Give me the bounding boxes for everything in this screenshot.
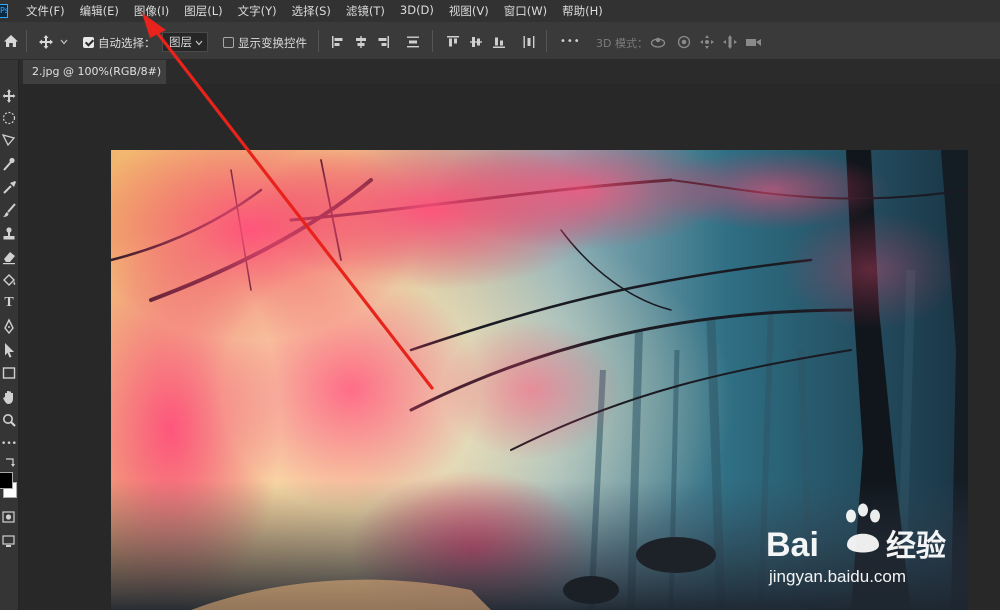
document-tab-bar: 2.jpg @ 100%(RGB/8#): [19, 60, 1000, 84]
brush-tool-icon[interactable]: [0, 201, 18, 221]
auto-select-label: 自动选择：: [98, 36, 156, 50]
document-tab[interactable]: 2.jpg @ 100%(RGB/8#): [23, 60, 166, 84]
hand-tool-icon[interactable]: [0, 387, 18, 407]
show-transform-label: 显示变换控件: [238, 36, 307, 50]
watermark-url: jingyan.baidu.com: [768, 567, 906, 586]
chevron-down-icon: [195, 40, 203, 46]
auto-select-target-value: 图层: [169, 35, 192, 49]
screen-mode-icon[interactable]: [0, 531, 18, 551]
paint-bucket-tool-icon[interactable]: [0, 271, 18, 291]
distribute-vertical-icon[interactable]: [406, 35, 420, 49]
menu-3d[interactable]: 3D(D): [400, 3, 434, 19]
zoom-tool-icon[interactable]: [0, 410, 18, 430]
orbit-3d-icon[interactable]: [650, 34, 666, 50]
align-top-edges-icon[interactable]: [446, 35, 460, 49]
edit-toolbar-icon[interactable]: •••: [0, 434, 18, 454]
marquee-tool-icon[interactable]: [0, 108, 18, 128]
lasso-tool-icon[interactable]: [0, 130, 18, 150]
slide-3d-icon[interactable]: [722, 34, 738, 50]
menu-layer[interactable]: 图层(L): [184, 3, 222, 19]
separator: [546, 30, 547, 52]
quick-selection-tool-icon[interactable]: [0, 154, 18, 174]
rectangle-tool-icon[interactable]: [0, 363, 18, 383]
auto-select-checkbox[interactable]: [83, 37, 94, 48]
align-vertical-centers-icon[interactable]: [469, 35, 483, 49]
swap-colors-icon[interactable]: [0, 456, 18, 470]
roll-3d-icon[interactable]: [676, 34, 692, 50]
path-selection-tool-icon[interactable]: [0, 340, 18, 360]
align-horizontal-centers-icon[interactable]: [354, 35, 368, 49]
options-bar: 自动选择： 图层 显示变换控件 ••• 3D 模式：: [0, 22, 1000, 60]
menu-type[interactable]: 文字(Y): [238, 3, 277, 19]
clone-stamp-tool-icon[interactable]: [0, 224, 18, 244]
separator: [318, 30, 319, 52]
menu-window[interactable]: 窗口(W): [504, 3, 547, 19]
scale-3d-camera-icon[interactable]: [745, 34, 762, 50]
align-left-edges-icon[interactable]: [331, 35, 345, 49]
menu-list: 文件(F) 编辑(E) 图像(I) 图层(L) 文字(Y) 选择(S) 滤镜(T…: [26, 3, 618, 19]
menu-bar: Ps 文件(F) 编辑(E) 图像(I) 图层(L) 文字(Y) 选择(S) 滤…: [0, 0, 1000, 22]
menu-help[interactable]: 帮助(H): [562, 3, 603, 19]
menu-edit[interactable]: 编辑(E): [80, 3, 119, 19]
eraser-tool-icon[interactable]: [0, 247, 18, 267]
separator: [26, 30, 27, 52]
move-tool-icon[interactable]: [38, 34, 54, 50]
watermark-brand-right: 经验: [886, 529, 946, 564]
3d-mode-label: 3D 模式：: [596, 37, 648, 50]
forest-photo: Bai 经验 jingyan.baidu.com: [111, 150, 968, 610]
align-right-edges-icon[interactable]: [376, 35, 390, 49]
menu-image[interactable]: 图像(I): [134, 3, 169, 19]
document-tab-title: 2.jpg @ 100%(RGB/8#): [32, 65, 162, 78]
watermark-brand-left: Bai: [766, 526, 819, 564]
menu-filter[interactable]: 滤镜(T): [346, 3, 385, 19]
pan-3d-icon[interactable]: [699, 34, 715, 50]
menu-file[interactable]: 文件(F): [26, 3, 65, 19]
photoshop-logo-icon: Ps: [0, 4, 8, 18]
auto-select-target-dropdown[interactable]: 图层: [162, 32, 208, 52]
menu-view[interactable]: 视图(V): [449, 3, 489, 19]
tools-panel: T •••: [0, 60, 19, 610]
show-transform-checkbox[interactable]: [223, 37, 234, 48]
type-tool-icon[interactable]: T: [0, 293, 18, 313]
pen-tool-icon[interactable]: [0, 317, 18, 337]
document-image[interactable]: Bai 经验 jingyan.baidu.com: [111, 150, 968, 610]
chevron-down-icon[interactable]: [60, 39, 68, 45]
menu-select[interactable]: 选择(S): [292, 3, 331, 19]
foreground-color-swatch[interactable]: [0, 472, 13, 489]
align-bottom-edges-icon[interactable]: [492, 35, 506, 49]
home-icon[interactable]: [3, 33, 19, 49]
distribute-horizontal-icon[interactable]: [522, 35, 536, 49]
eyedropper-tool-icon[interactable]: [0, 177, 18, 197]
move-tool-icon[interactable]: [0, 86, 18, 106]
quick-mask-icon[interactable]: [0, 507, 18, 527]
more-options-button[interactable]: •••: [560, 35, 581, 49]
separator: [432, 30, 433, 52]
